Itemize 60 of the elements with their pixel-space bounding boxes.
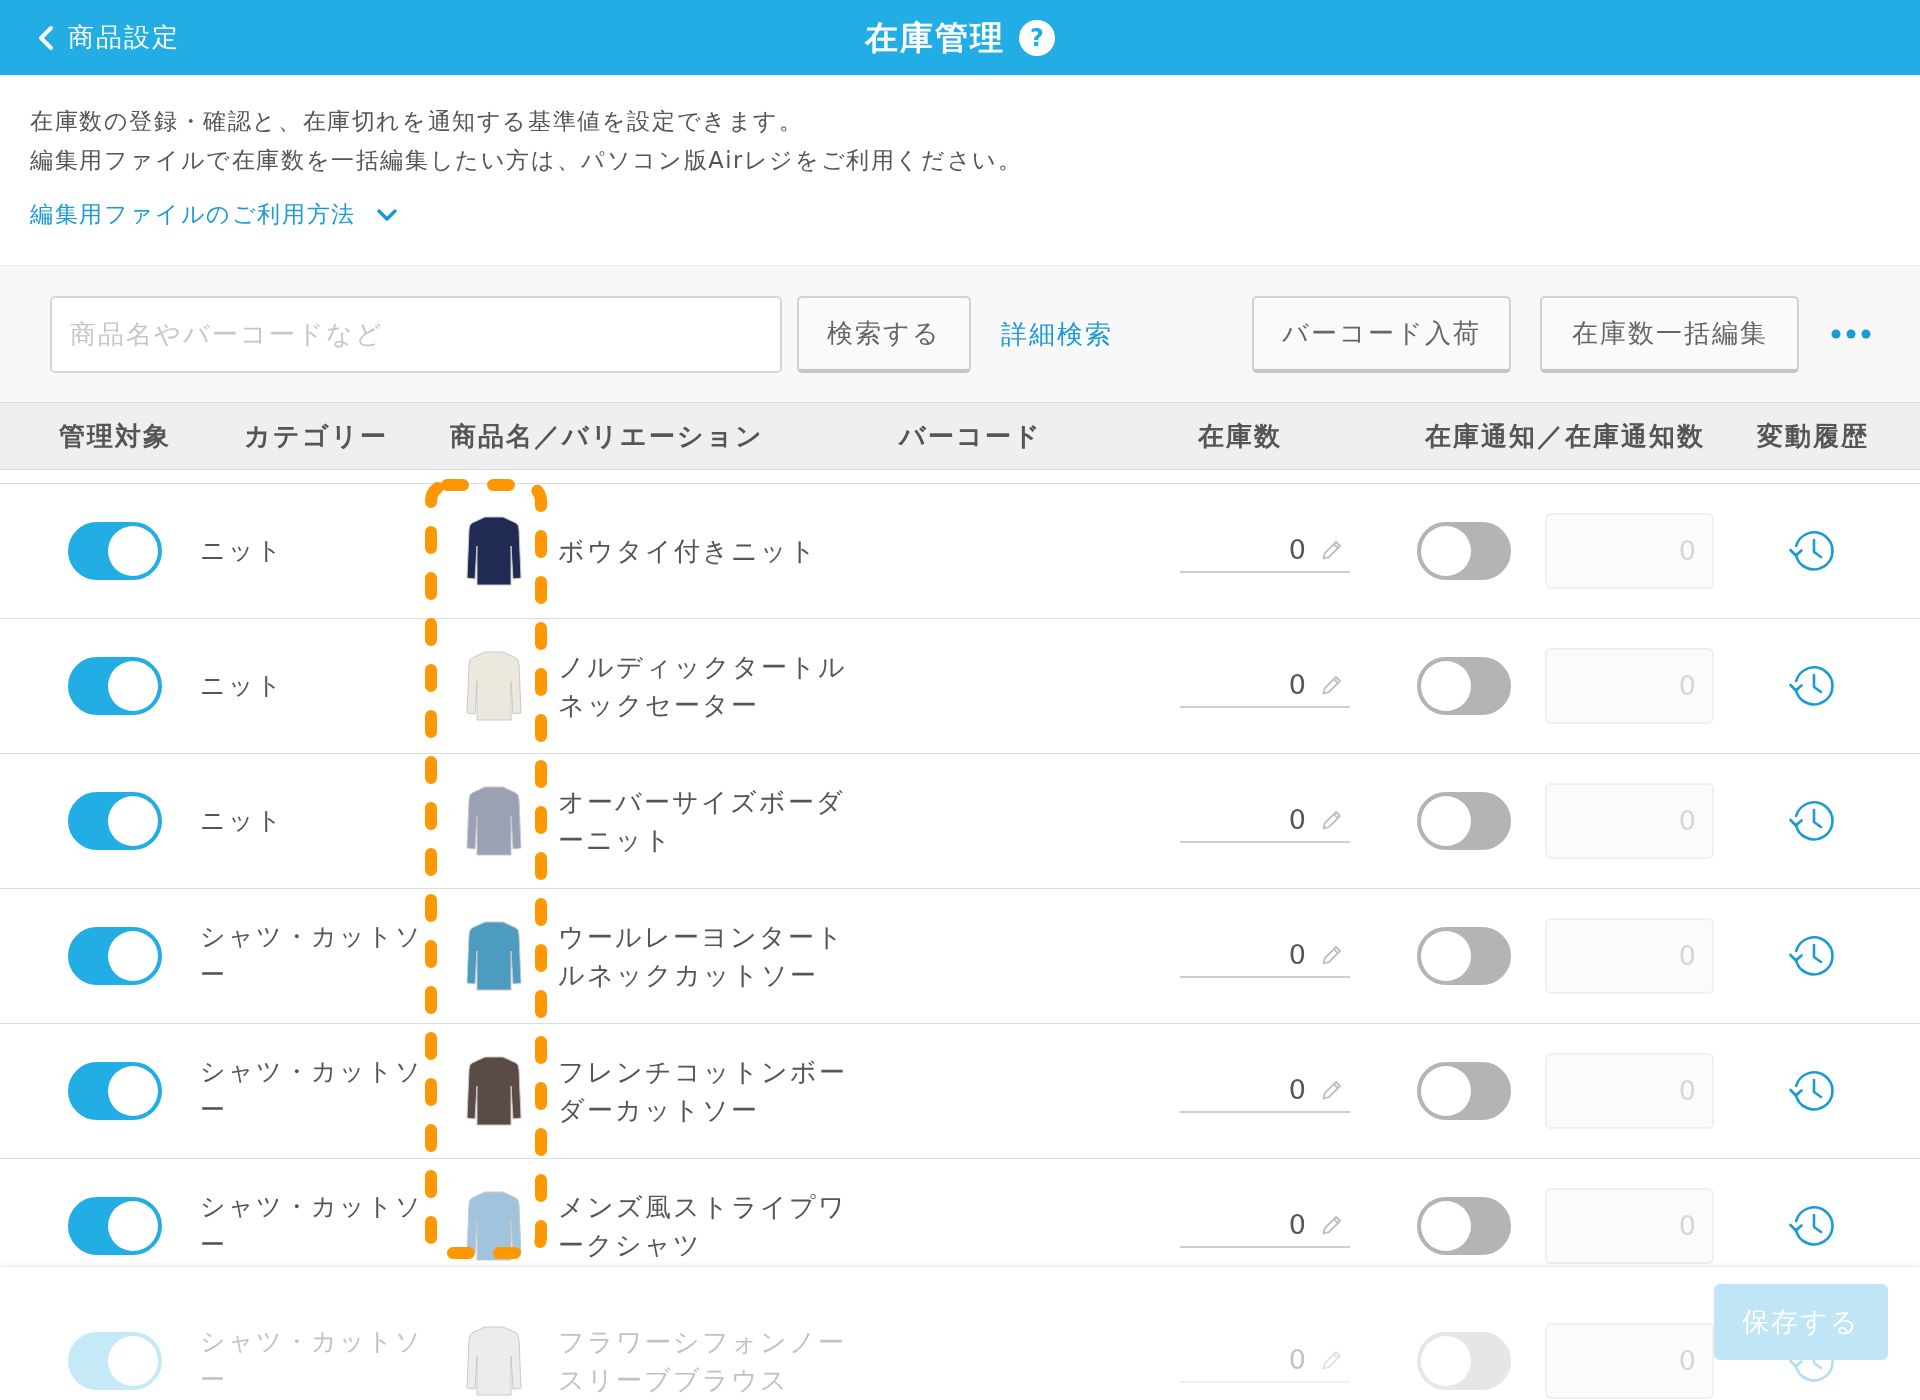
category-label: シャツ・カットソー: [200, 1191, 424, 1261]
column-header: バーコード: [897, 419, 1043, 453]
column-header: カテゴリー: [243, 419, 389, 453]
category-label: ニット: [200, 805, 285, 837]
product-name: オーバーサイズボーダーニット: [558, 786, 846, 857]
pencil-icon: [1320, 1348, 1344, 1372]
column-header: 変動履歴: [1755, 419, 1870, 453]
product-name: ボウタイ付きニット: [558, 535, 819, 568]
notify-toggle[interactable]: [1417, 927, 1511, 985]
pencil-icon: [1320, 673, 1344, 697]
pencil-icon: [1320, 943, 1344, 967]
usage-guide-link[interactable]: 編集用ファイルのご利用方法: [30, 195, 398, 234]
category-label: シャツ・カットソー: [200, 1326, 424, 1396]
advanced-search-link[interactable]: 詳細検索: [1001, 316, 1113, 352]
back-button[interactable]: 商品設定: [38, 20, 186, 55]
more-icon[interactable]: [1831, 329, 1871, 339]
stock-count-field[interactable]: 0: [1180, 1339, 1350, 1383]
managed-toggle[interactable]: [68, 1062, 162, 1120]
product-name: メンズ風ストライプワークシャツ: [558, 1191, 848, 1262]
pencil-icon: [1320, 1078, 1344, 1102]
pencil-icon: [1320, 808, 1344, 832]
description-text: 編集用ファイルで在庫数を一括編集したい方は、パソコン版Airレジをご利用ください。: [30, 146, 1023, 175]
help-button[interactable]: ?: [1019, 19, 1055, 56]
pencil-icon: [1320, 1213, 1344, 1237]
managed-toggle[interactable]: [68, 657, 162, 715]
product-name: ウールレーヨンタートルネックカットソー: [558, 921, 846, 992]
notify-toggle[interactable]: [1417, 792, 1511, 850]
column-header: 在庫通知／在庫通知数: [1423, 419, 1706, 453]
managed-toggle[interactable]: [68, 522, 162, 580]
product-name: フレンチコットンボーダーカットソー: [558, 1056, 848, 1127]
notify-toggle[interactable]: [1417, 522, 1511, 580]
stock-count-field[interactable]: 0: [1180, 934, 1350, 978]
managed-toggle[interactable]: [68, 792, 162, 850]
notify-toggle[interactable]: [1417, 1062, 1511, 1120]
chevron-left-icon: [38, 24, 54, 51]
column-header: 在庫数: [1196, 419, 1283, 453]
description-text: 在庫数の登録・確認と、在庫切れを通知する基準値を設定できます。: [30, 107, 804, 136]
page-title: 在庫管理: [865, 16, 1005, 59]
notify-toggle[interactable]: [1417, 657, 1511, 715]
column-header: 管理対象: [58, 419, 172, 453]
product-name: フラワーシフォンノースリーブブラウス: [558, 1326, 847, 1397]
stock-count-field[interactable]: 0: [1180, 529, 1350, 573]
search-field[interactable]: 商品名やバーコードなど: [50, 295, 782, 373]
managed-toggle[interactable]: [68, 927, 162, 985]
toolbar-button[interactable]: 在庫数一括編集: [1540, 295, 1799, 373]
stock-count-field[interactable]: 0: [1180, 664, 1350, 708]
managed-toggle[interactable]: [68, 1197, 162, 1255]
product-name: ノルディックタートルネックセーター: [558, 651, 848, 722]
category-label: ニット: [200, 670, 285, 702]
category-label: シャツ・カットソー: [200, 921, 424, 991]
stock-count-field[interactable]: 0: [1180, 1069, 1350, 1113]
column-header: 商品名／バリエーション: [449, 419, 765, 453]
category-label: ニット: [200, 535, 285, 567]
toolbar-button[interactable]: バーコード入荷: [1252, 295, 1511, 373]
search-button[interactable]: 検索する: [797, 295, 971, 373]
notify-toggle[interactable]: [1417, 1197, 1511, 1255]
stock-count-field[interactable]: 0: [1180, 1204, 1350, 1248]
stock-count-field[interactable]: 0: [1180, 799, 1350, 843]
pencil-icon: [1320, 538, 1344, 562]
category-label: シャツ・カットソー: [200, 1056, 424, 1126]
